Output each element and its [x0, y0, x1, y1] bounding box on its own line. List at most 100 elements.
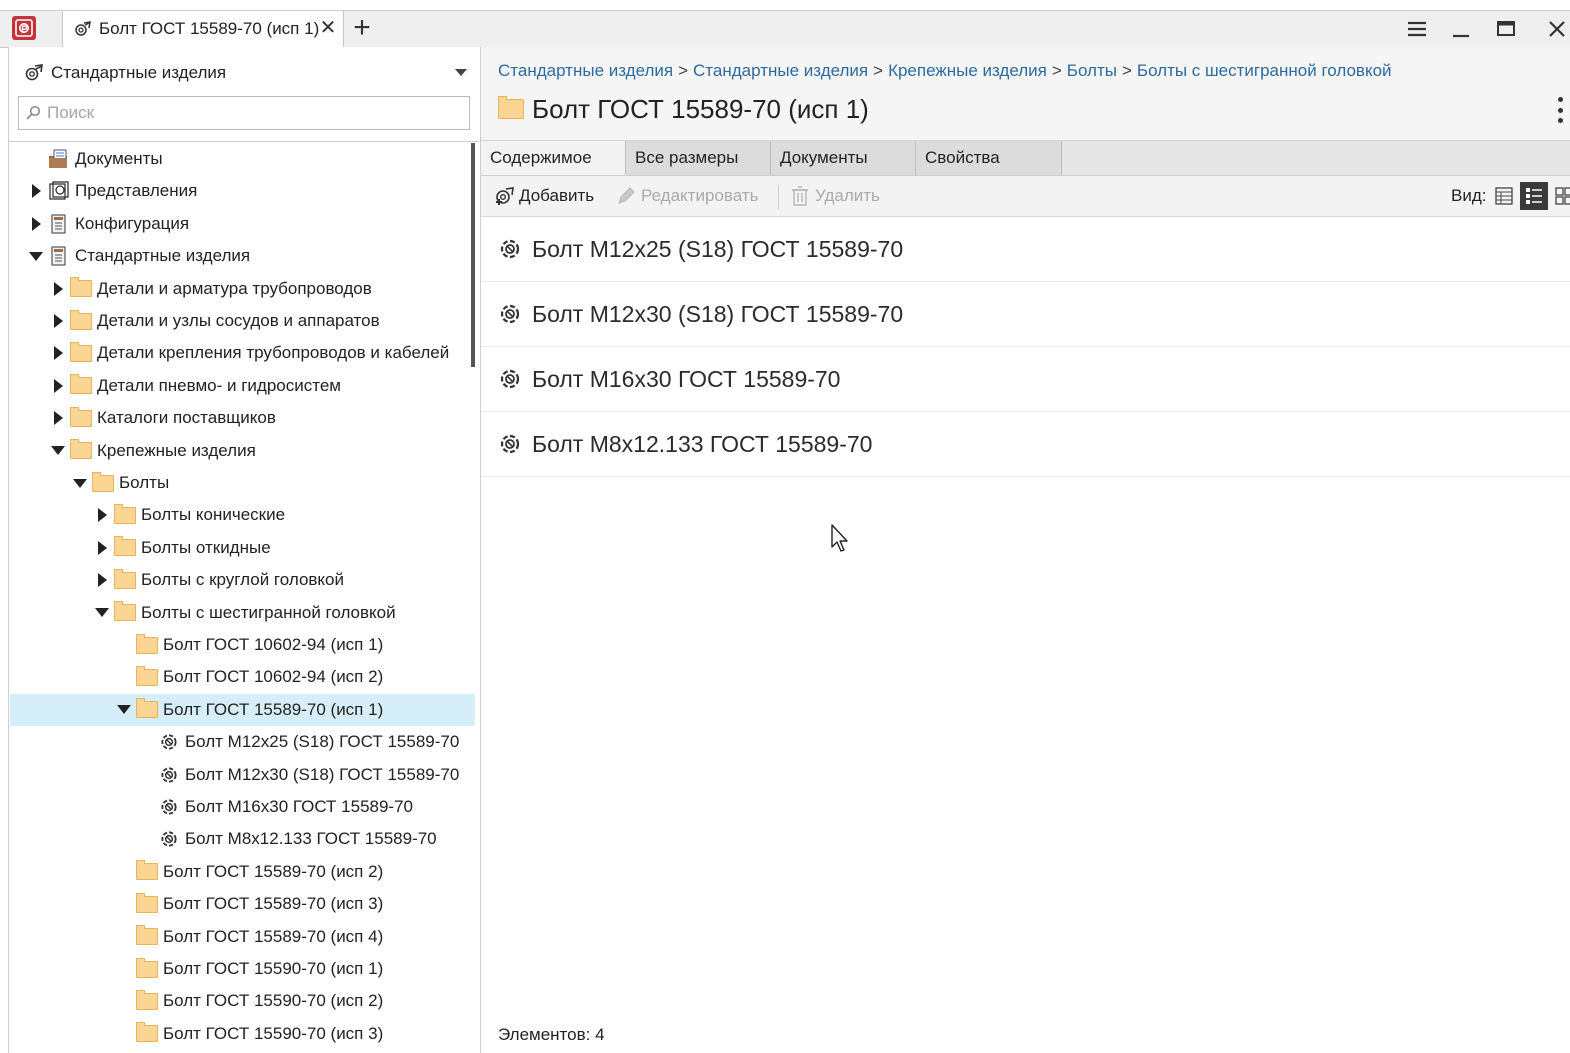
tree-item[interactable]: Болты конические — [10, 499, 475, 531]
tab-contents[interactable]: Содержимое — [481, 141, 626, 175]
folder-icon — [136, 925, 158, 948]
tree-item[interactable]: Болт ГОСТ 15590-70 (исп 3) — [10, 1018, 475, 1050]
breadcrumb-link[interactable]: Болты с шестигранной головкой — [1137, 61, 1392, 80]
expand-arrow-icon[interactable] — [50, 378, 66, 394]
collapse-arrow-icon[interactable] — [50, 443, 66, 459]
tree-item[interactable]: Детали крепления трубопроводов и кабелей — [10, 337, 475, 369]
tree-item[interactable]: Болт М16х30 ГОСТ 15589-70 — [10, 791, 475, 823]
tab-documents[interactable]: Документы — [771, 141, 916, 175]
expander-placeholder — [116, 929, 132, 945]
add-button[interactable]: Добавить — [493, 183, 594, 209]
expand-arrow-icon[interactable] — [28, 183, 44, 199]
view-list-icon[interactable] — [1520, 182, 1548, 210]
tree-item[interactable]: Болт М8х12.133 ГОСТ 15589-70 — [10, 823, 475, 855]
chevron-down-icon[interactable] — [455, 69, 467, 76]
view-tiles-icon[interactable] — [1550, 182, 1570, 210]
tree-item-label: Болт ГОСТ 15589-70 (исп 2) — [163, 861, 384, 881]
tree-item[interactable]: Детали пневмо- и гидросистем — [10, 370, 475, 402]
expand-arrow-icon[interactable] — [28, 216, 44, 232]
minimize-icon[interactable] — [1446, 15, 1476, 43]
tree-item-label: Болт ГОСТ 15590-70 (исп 1) — [163, 959, 384, 978]
part-icon — [158, 828, 180, 850]
delete-button[interactable]: Удалить — [789, 183, 880, 209]
maximize-icon[interactable] — [1491, 15, 1521, 43]
list-item[interactable]: Болт М16х30 ГОСТ 15589-70 — [481, 347, 1570, 412]
tree-item[interactable]: Крепежные изделия — [10, 435, 475, 467]
tree-item[interactable]: Болт ГОСТ 15589-70 (исп 4) — [10, 921, 475, 953]
document-tab[interactable]: Болт ГОСТ 15589-70 (исп 1) ✕ — [62, 11, 344, 47]
expander-placeholder — [116, 961, 132, 977]
expand-arrow-icon[interactable] — [94, 507, 110, 523]
list-item[interactable]: Болт М8х12.133 ГОСТ 15589-70 — [481, 412, 1570, 477]
list-item[interactable]: Болт М12х25 (S18) ГОСТ 15589-70 — [481, 217, 1570, 282]
new-tab-button[interactable]: + — [348, 13, 376, 43]
expand-arrow-icon[interactable] — [50, 281, 66, 297]
collapse-arrow-icon[interactable] — [94, 605, 110, 621]
more-options-icon[interactable] — [1556, 97, 1564, 123]
tree-item[interactable]: Болты с круглой головкой — [10, 564, 475, 596]
search-box[interactable] — [18, 96, 470, 130]
edit-button[interactable]: Редактировать — [615, 183, 758, 209]
content-header: Стандартные изделия > Стандартные изделия >… — [481, 47, 1570, 141]
tree-item[interactable]: Болты откидные — [10, 532, 475, 564]
tree-item-label: Болт М12х30 (S18) ГОСТ 15589-70 — [185, 764, 460, 784]
folder-icon — [114, 568, 136, 591]
tree-item[interactable]: Болт М12х25 (S18) ГОСТ 15589-70 — [10, 726, 475, 758]
collapse-arrow-icon[interactable] — [116, 702, 132, 718]
tree-item-label: Детали и арматура трубопроводов — [97, 278, 372, 298]
tree-item[interactable]: Детали и арматура трубопроводов — [10, 273, 475, 305]
breadcrumb-link[interactable]: Крепежные изделия — [888, 61, 1047, 80]
list-item[interactable]: Болт М12х30 (S18) ГОСТ 15589-70 — [481, 282, 1570, 347]
tree-item[interactable]: Болт ГОСТ 10602-94 (исп 2) — [10, 661, 475, 693]
folder-icon — [136, 1022, 158, 1045]
expand-arrow-icon[interactable] — [94, 572, 110, 588]
expand-arrow-icon[interactable] — [50, 313, 66, 329]
library-name: Стандартные изделия — [51, 63, 227, 82]
search-input[interactable] — [45, 102, 449, 124]
view-label: Вид: — [1451, 186, 1487, 205]
tree-item[interactable]: Документы — [10, 143, 475, 175]
tree-item[interactable]: Болт ГОСТ 15589-70 (исп 1) — [10, 693, 475, 726]
tab-properties[interactable]: Свойства — [916, 141, 1062, 175]
tree-item[interactable]: Конфигурация — [10, 208, 475, 240]
expand-arrow-icon[interactable] — [50, 410, 66, 426]
tree-item[interactable]: Каталоги поставщиков — [10, 402, 475, 434]
tree-item[interactable]: Болт ГОСТ 15590-70 (исп 2) — [10, 985, 475, 1017]
collapse-arrow-icon[interactable] — [72, 475, 88, 491]
tree-item-label: Детали пневмо- и гидросистем — [97, 375, 341, 395]
status-bar-count: Элементов: 4 — [498, 1025, 605, 1044]
tree-item[interactable]: Детали и узлы сосудов и аппаратов — [10, 305, 475, 337]
breadcrumb-link[interactable]: Стандартные изделия — [498, 61, 673, 80]
tree-item[interactable]: Болт М12х30 (S18) ГОСТ 15589-70 — [10, 759, 475, 791]
tab-label: Содержимое — [490, 147, 592, 167]
tree-item[interactable]: Болт ГОСТ 15589-70 (исп 2) — [10, 856, 475, 888]
expand-arrow-icon[interactable] — [94, 540, 110, 556]
tree-item-label: Каталоги поставщиков — [97, 408, 276, 428]
tree-item[interactable]: Стандартные изделия — [10, 240, 475, 272]
tree-item[interactable]: Болт ГОСТ 15590-70 (исп 1) — [10, 953, 475, 985]
breadcrumb-link[interactable]: Болты — [1067, 61, 1117, 80]
tree-item-label: Болт ГОСТ 10602-94 (исп 1) — [163, 635, 384, 654]
menu-icon[interactable] — [1402, 15, 1432, 43]
tree-item[interactable]: Болты — [10, 467, 475, 499]
app-logo-icon[interactable] — [12, 16, 36, 40]
close-tab-icon[interactable]: ✕ — [317, 17, 339, 39]
tab-all-sizes[interactable]: Все размеры — [626, 141, 771, 175]
tree-item-label: Болт ГОСТ 15590-70 (исп 2) — [163, 991, 384, 1011]
tree-item-label: Болт ГОСТ 15590-70 (исп 3) — [163, 1023, 384, 1043]
tree-item[interactable]: Болт ГОСТ 10602-94 (исп 1) — [10, 629, 475, 661]
folder-icon — [136, 892, 158, 915]
tree-item[interactable]: Болт ГОСТ 15589-70 (исп 3) — [10, 888, 475, 920]
close-window-icon[interactable] — [1542, 15, 1570, 43]
view-table-icon[interactable] — [1490, 182, 1518, 210]
tree-item-label: Крепежные изделия — [97, 440, 256, 460]
collapse-arrow-icon[interactable] — [28, 248, 44, 264]
tree-item[interactable]: Представления — [10, 175, 475, 207]
tree-item[interactable]: Болты с шестигранной головкой — [10, 597, 475, 629]
part-icon — [498, 301, 522, 327]
tab-title: Болт ГОСТ 15589-70 (исп 1) — [99, 19, 320, 38]
library-selector[interactable]: Стандартные изделия — [23, 59, 473, 87]
breadcrumb-link[interactable]: Стандартные изделия — [693, 61, 868, 80]
expand-arrow-icon[interactable] — [50, 345, 66, 361]
folder-icon — [136, 633, 158, 656]
